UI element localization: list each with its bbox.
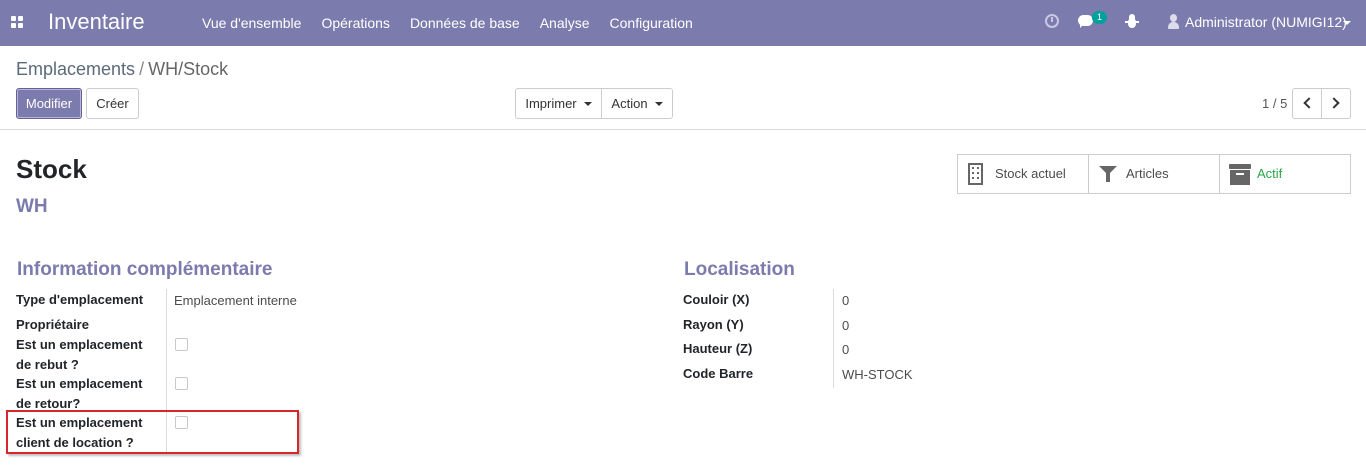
messaging-icon[interactable] — [1078, 15, 1093, 28]
activity-clock-icon[interactable] — [1045, 14, 1059, 28]
barcode-value[interactable]: WH-STOCK — [842, 367, 913, 382]
additional-info-title: Information complémentaire — [17, 259, 273, 280]
action-label: Action — [611, 96, 648, 111]
chevron-left-icon — [1303, 97, 1315, 109]
scrap-location-checkbox[interactable] — [175, 338, 188, 351]
pager-value[interactable]: 1 / 5 — [1262, 96, 1287, 111]
pager-previous-button[interactable] — [1292, 88, 1322, 119]
chevron-right-icon — [1328, 97, 1340, 109]
menu-configuration[interactable]: Configuration — [600, 0, 703, 46]
top-navbar: Inventaire Vue d'ensemble Opérations Don… — [0, 0, 1366, 46]
smart-button-box: Stock actuel Articles Actif — [957, 154, 1351, 194]
active-label: Actif — [1257, 166, 1283, 181]
corridor-value[interactable]: 0 — [842, 293, 849, 308]
localisation-title: Localisation — [684, 259, 795, 280]
record-title[interactable]: Stock — [16, 154, 87, 185]
height-value[interactable]: 0 — [842, 342, 849, 357]
print-label: Imprimer — [525, 96, 577, 111]
active-toggle-button[interactable]: Actif — [1220, 155, 1350, 193]
print-caret-icon — [583, 102, 592, 106]
debug-bug-icon[interactable] — [1125, 14, 1139, 30]
current-stock-button[interactable]: Stock actuel — [958, 155, 1089, 193]
breadcrumb-separator: / — [139, 59, 145, 79]
user-menu-name[interactable]: Administrator (NUMIGI12) — [1185, 14, 1347, 30]
return-location-label: Est un emplacement de retour? — [16, 376, 143, 411]
user-avatar-icon[interactable] — [1167, 14, 1179, 30]
products-button[interactable]: Articles — [1089, 155, 1220, 193]
shelf-label: Rayon (Y) — [683, 317, 744, 332]
return-location-checkbox[interactable] — [175, 377, 188, 390]
building-icon — [968, 163, 983, 185]
products-label: Articles — [1126, 166, 1169, 181]
right-group-divider — [833, 289, 834, 388]
height-label: Hauteur (Z) — [683, 341, 753, 356]
pager-next-button[interactable] — [1321, 88, 1351, 119]
filter-icon — [1099, 166, 1117, 182]
barcode-label: Code Barre — [683, 366, 754, 381]
print-dropdown[interactable]: Imprimer — [515, 88, 602, 119]
notification-badge: 1 — [1092, 11, 1107, 24]
current-stock-label: Stock actuel — [995, 166, 1066, 181]
create-button[interactable]: Créer — [86, 88, 139, 119]
user-caret-down-icon[interactable] — [1343, 21, 1351, 25]
record-subtitle[interactable]: WH — [16, 196, 48, 218]
control-panel-divider — [0, 129, 1366, 130]
owner-label: Propriétaire — [16, 317, 89, 332]
edit-button[interactable]: Modifier — [16, 88, 82, 119]
scrap-location-label: Est un emplacement de rebut ? — [16, 337, 143, 372]
location-type-value[interactable]: Emplacement interne — [174, 293, 297, 308]
breadcrumb-parent[interactable]: Emplacements — [16, 59, 135, 79]
menu-overview[interactable]: Vue d'ensemble — [192, 0, 311, 46]
breadcrumb: Emplacements / WH/Stock — [16, 59, 228, 80]
menu-master-data[interactable]: Données de base — [400, 0, 530, 46]
main-menu: Vue d'ensemble Opérations Données de bas… — [192, 0, 703, 46]
menu-operations[interactable]: Opérations — [311, 0, 399, 46]
menu-reporting[interactable]: Analyse — [530, 0, 600, 46]
location-type-label: Type d'emplacement — [16, 292, 144, 307]
shelf-value[interactable]: 0 — [842, 318, 849, 333]
app-title[interactable]: Inventaire — [48, 9, 145, 35]
highlight-annotation-box — [6, 410, 299, 454]
action-caret-icon — [654, 102, 663, 106]
breadcrumb-current: WH/Stock — [148, 59, 229, 79]
apps-grid-icon[interactable] — [11, 16, 23, 28]
action-dropdown[interactable]: Action — [601, 88, 673, 119]
corridor-label: Couloir (X) — [683, 292, 750, 307]
archive-icon — [1229, 164, 1251, 185]
